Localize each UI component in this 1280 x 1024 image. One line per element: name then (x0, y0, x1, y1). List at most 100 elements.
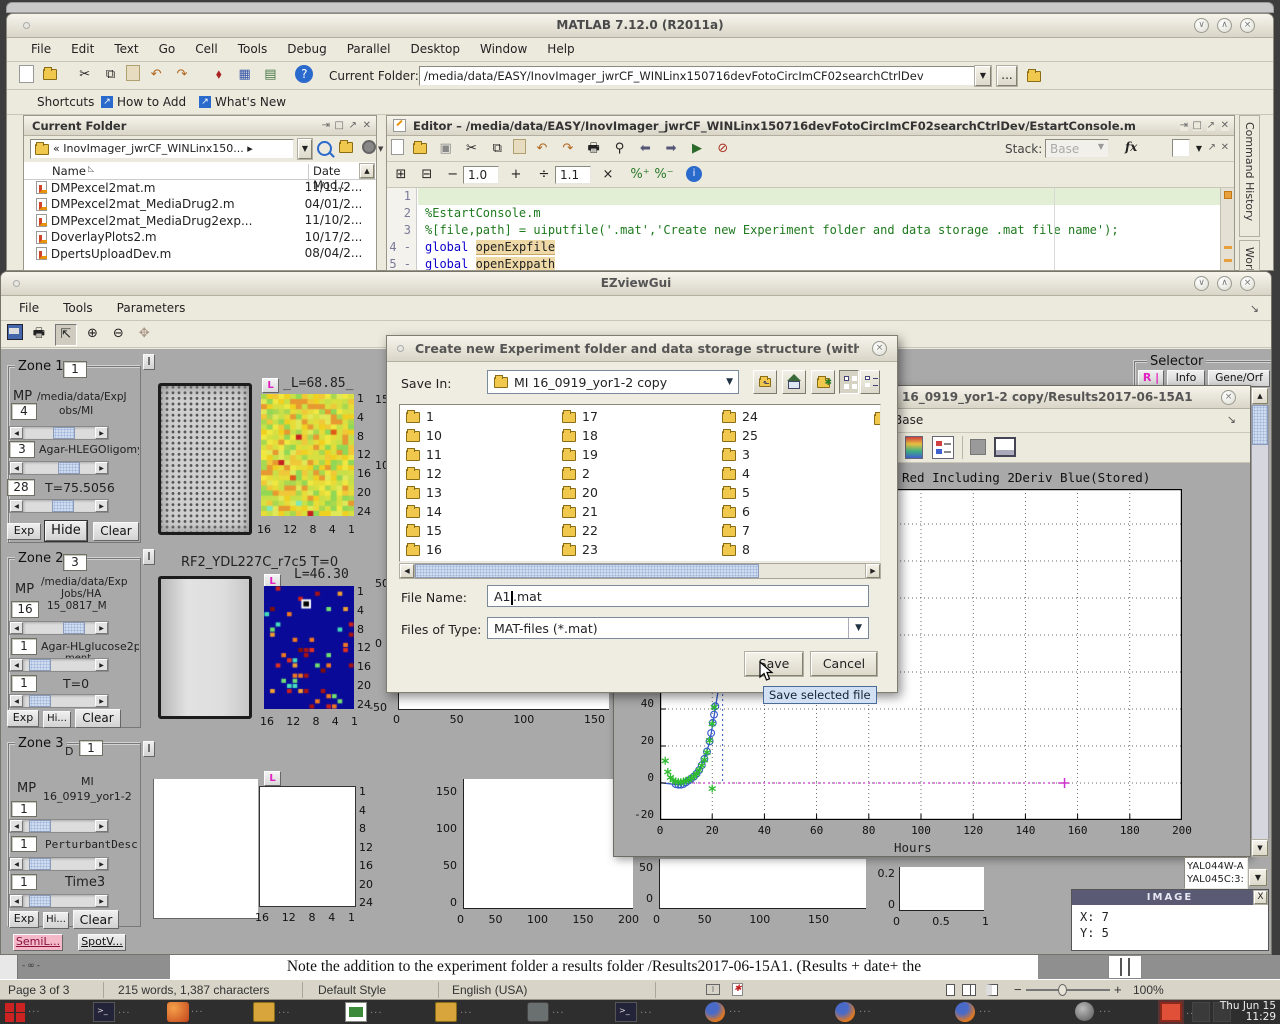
dock-icon[interactable]: ⇥ (322, 120, 330, 131)
zone1-media-slider[interactable]: ◀▶ (9, 461, 109, 475)
menu-item[interactable]: Parameters (105, 296, 198, 320)
file-row[interactable]: DMPexcel2mat_MediaDrug2exp... 11/10/2... (24, 213, 376, 230)
taskbar-active-red-icon[interactable] (1160, 1002, 1182, 1022)
ezview-close-button[interactable]: × (1240, 276, 1255, 291)
editor-code-area[interactable]: 1 2 3 4 - 5 - %EstartConsole.m %[file,pa… (387, 188, 1220, 270)
redo-icon[interactable]: ↷ (172, 65, 192, 85)
save-in-combo[interactable]: MI 16_0919_yor1-2 copy ▼ (487, 370, 739, 394)
folder-dropdown-arrow[interactable]: ▼ (975, 66, 991, 86)
divide-icon[interactable]: ÷ (534, 165, 554, 185)
file-row[interactable]: DMPexcel2mat.m 11/11/2... (24, 180, 376, 197)
indent-icon[interactable]: ⊟ (417, 165, 437, 185)
folder-item[interactable]: 22 (562, 523, 598, 542)
editor-dock-icon[interactable]: ⇥ (1180, 120, 1188, 131)
restore-icon[interactable]: □ (335, 120, 344, 131)
zone2-exp-button[interactable]: Exp (7, 710, 39, 727)
zone3-hide-button[interactable]: Hi... (43, 912, 69, 929)
search-icon[interactable] (317, 141, 332, 156)
zone3-i-button[interactable]: I (143, 741, 155, 757)
folder-item[interactable]: 16 (406, 542, 442, 561)
zone2-plate-image[interactable] (158, 576, 252, 719)
current-folder-header[interactable]: Current Folder ⇥ □ ↗ ✕ (24, 116, 376, 136)
editor-close2-icon[interactable]: ✕ (1221, 142, 1229, 153)
address-combo[interactable]: « InovImager_jwrCF_WINLinx150... ▸ (30, 139, 294, 159)
book-view-icon[interactable] (986, 984, 998, 996)
zoom-slider-thumb[interactable] (1058, 984, 1067, 996)
menu-item[interactable]: Desktop (400, 38, 470, 60)
selection-mode-icon[interactable]: I (706, 984, 720, 995)
ezview-minimize-button[interactable]: ∨ (1194, 276, 1209, 291)
simulink-icon[interactable]: ⬧ (209, 65, 229, 85)
hscroll-thumb[interactable] (415, 564, 759, 578)
results-close-button[interactable]: × (1221, 390, 1236, 405)
axes-frame-icon[interactable] (994, 437, 1016, 457)
zone1-time-slider[interactable]: ◀▶ (9, 499, 109, 513)
zone3-plate-plot[interactable] (153, 779, 258, 919)
gene-list-item[interactable]: YAL044W-A (1187, 860, 1245, 873)
folder-item[interactable]: 19 (562, 447, 598, 466)
copy-icon[interactable]: ⧉ (100, 65, 120, 85)
folder-item[interactable]: 24 (722, 409, 758, 428)
browse-folder-button[interactable]: ... (997, 66, 1017, 86)
menu-item[interactable]: File (21, 38, 61, 60)
taskbar-firefox-icon[interactable] (955, 1002, 975, 1022)
folder-item[interactable]: 18 (562, 428, 598, 447)
editor-run-icon[interactable]: ▶ (687, 139, 707, 159)
undock-icon[interactable]: ↗ (349, 120, 357, 131)
files-of-type-arrow[interactable]: ▼ (848, 618, 868, 638)
folder-item[interactable]: 17 (562, 409, 598, 428)
zone1-index-field[interactable]: 1 (63, 361, 87, 378)
zone1-plate-image[interactable] (158, 383, 252, 535)
editor-undock2-icon[interactable]: ↗ (1208, 142, 1216, 153)
editor-back-icon[interactable]: ⬅ (635, 139, 655, 159)
taskbar-calc-doc-icon[interactable] (345, 1002, 367, 1022)
status-style[interactable]: Default Style (318, 983, 386, 997)
profiler-icon[interactable]: ▤ (260, 65, 280, 85)
editor-paste-icon[interactable] (513, 139, 526, 154)
name-column-header[interactable]: Name (52, 164, 86, 178)
multi-page-view-icon[interactable] (962, 984, 971, 996)
file-row[interactable]: DMPexcel2mat_MediaDrug2.m 04/01/2... (24, 197, 376, 214)
zone1-hide-button[interactable]: Hide (45, 521, 87, 541)
edit-plot-tool-icon[interactable]: ⇱ (55, 324, 77, 346)
clock[interactable]: Thu Jun 15 11:29 (1220, 1001, 1276, 1023)
taskbar-terminal-icon[interactable] (615, 1002, 637, 1022)
zoom-in-control[interactable]: + (1114, 982, 1122, 997)
folder-item[interactable]: 21 (562, 504, 598, 523)
editor-forward-icon[interactable]: ➡ (661, 139, 681, 159)
menu-item[interactable]: Parallel (337, 38, 401, 60)
gear-icon[interactable] (362, 140, 376, 154)
up-folder-icon[interactable] (1024, 67, 1044, 87)
zone3-index-field[interactable]: 1 (79, 740, 103, 756)
tab-workspace[interactable]: Workspace (1239, 240, 1260, 271)
plotB-area[interactable] (463, 779, 633, 909)
zone2-i-button[interactable]: I (143, 549, 155, 565)
plotC-area[interactable] (659, 859, 866, 909)
folder-item[interactable]: 11 (406, 447, 442, 466)
taskbar-gray-app-icon[interactable] (527, 1002, 549, 1022)
spotview-button[interactable]: SpotV... (78, 934, 126, 951)
image-window-close[interactable]: X (1254, 891, 1267, 904)
paste-icon[interactable] (126, 65, 140, 81)
pan-hand-icon[interactable]: ✥ (134, 324, 154, 344)
editor-close-icon[interactable]: ✕ (1221, 120, 1229, 131)
message-mark-2[interactable] (1224, 259, 1232, 262)
zone2-time-field[interactable]: 1 (11, 675, 37, 692)
folder-list[interactable]: 110111213141516 171819220212223 24253456… (399, 404, 881, 562)
editor-breakpoint-icon[interactable]: ⊘ (713, 139, 733, 159)
gene-list-item[interactable]: YAL045C:3: (1187, 873, 1245, 886)
dialog-close-button[interactable]: × (872, 341, 887, 356)
editor-open-icon[interactable] (410, 139, 430, 159)
ezview-maximize-button[interactable]: ∧ (1217, 276, 1232, 291)
editor-print-icon[interactable]: 🖶 (584, 139, 604, 159)
scrollbar-down-arrow[interactable]: ▼ (1252, 840, 1268, 856)
ezview-titlebar[interactable]: EZviewGui ∨ ∧ × (1, 272, 1271, 296)
layout-dropdown-arrow[interactable]: ▼ (1196, 144, 1202, 153)
menu-item[interactable]: File (7, 296, 51, 320)
taskbar-terminal-icon[interactable] (93, 1002, 115, 1022)
plotD-area[interactable] (899, 867, 984, 911)
save-in-dropdown-arrow[interactable]: ▼ (721, 377, 738, 387)
folder-item[interactable]: 10 (406, 428, 442, 447)
zone2-time-slider[interactable]: ◀▶ (9, 694, 109, 708)
zone1-l-button[interactable]: L (262, 378, 279, 393)
